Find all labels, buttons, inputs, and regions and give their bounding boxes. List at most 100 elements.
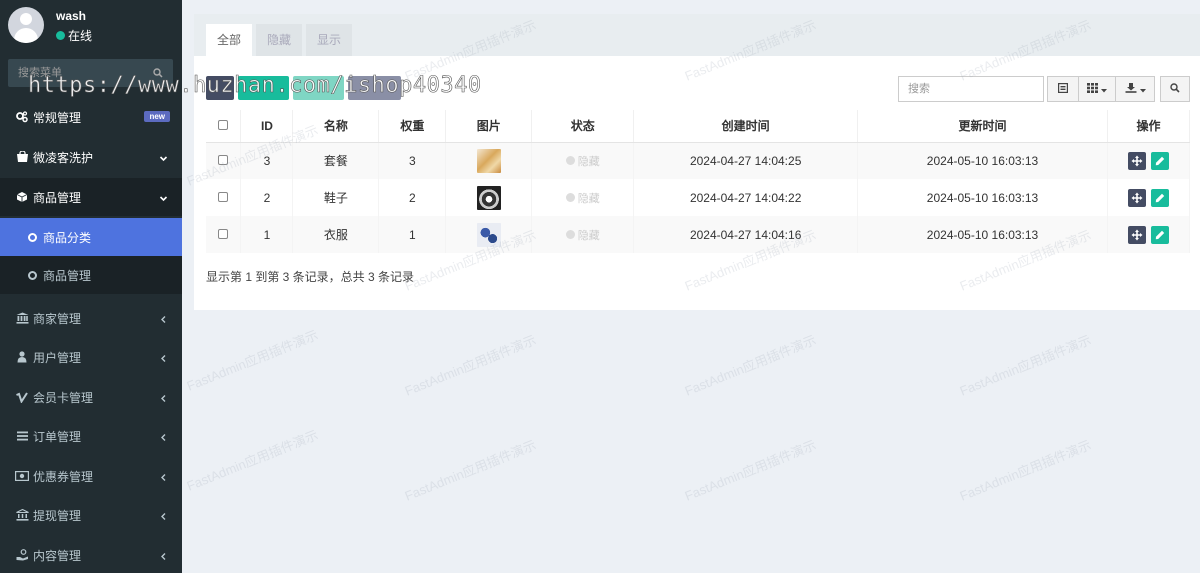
column-header[interactable]: 名称 — [292, 110, 380, 143]
chevron-down-icon — [159, 152, 168, 166]
table-row[interactable]: 3 套餐 3 隐藏 2024-04-27 14:04:25 2024-05-10… — [206, 142, 1191, 179]
column-header[interactable]: 更新时间 — [857, 110, 1108, 143]
columns-button[interactable] — [1078, 76, 1116, 102]
sidebar-item-orders[interactable]: 订单管理 — [0, 417, 182, 455]
export-button[interactable] — [1115, 76, 1155, 102]
column-header[interactable]: ID — [240, 110, 294, 143]
column-header[interactable]: 权重 — [378, 110, 447, 143]
cube-icon — [15, 190, 29, 204]
status-label: 隐藏 — [577, 192, 600, 205]
sidebar-search-input[interactable] — [8, 59, 173, 87]
sidebar-item-users[interactable]: 用户管理 — [0, 338, 182, 376]
sidebar-search — [8, 59, 173, 87]
status-badge[interactable]: 隐藏 — [565, 190, 600, 206]
status-dot-icon — [565, 193, 575, 202]
sidebar-item-label: 微凌客洗护 — [33, 150, 94, 165]
sidebar-item-label: 商品管理 — [33, 190, 82, 205]
pencil-icon — [1155, 230, 1165, 239]
product-thumbnail[interactable] — [476, 148, 501, 173]
status-dot-icon — [565, 230, 575, 239]
edit-row-button[interactable] — [1151, 188, 1170, 207]
sidebar-item-coupons[interactable]: 优惠券管理 — [0, 457, 182, 495]
cell-weight: 2 — [378, 179, 447, 216]
pagination-info: 显示第 1 到第 3 条记录，总共 3 条记录 — [206, 270, 415, 284]
table-search-input[interactable] — [899, 77, 1043, 101]
select-all-cell — [206, 110, 242, 143]
status-badge[interactable]: 隐藏 — [565, 153, 600, 169]
sidebar-item-label: 用户管理 — [33, 350, 82, 365]
sidebar-item-goods-manage[interactable]: 商品管理 — [0, 256, 182, 294]
sidebar-item-membercard[interactable]: 会员卡管理 — [0, 378, 182, 416]
hand-money-icon — [15, 548, 29, 562]
chevron-left-icon — [159, 510, 168, 524]
column-header: 状态 — [531, 110, 635, 143]
vimeo-icon — [15, 390, 29, 404]
sidebar-item-label: 商品管理 — [43, 268, 92, 283]
sidebar-item-content[interactable]: 内容管理 — [0, 536, 182, 573]
sidebar-item-label: 内容管理 — [33, 548, 82, 563]
tab-visible[interactable]: 显示 — [306, 24, 352, 56]
search-icon — [1170, 82, 1180, 96]
product-thumbnail[interactable] — [476, 222, 501, 247]
cell-id: 3 — [240, 142, 294, 179]
sidebar-item-merchant[interactable]: 商家管理 — [0, 299, 182, 337]
cell-name: 鞋子 — [292, 179, 380, 216]
table-row[interactable]: 1 衣服 1 隐藏 2024-04-27 14:04:16 2024-05-10… — [206, 216, 1191, 253]
cell-name: 套餐 — [292, 142, 380, 179]
chevron-left-icon — [159, 471, 168, 485]
search-icon[interactable] — [153, 67, 163, 81]
edit-button[interactable] — [293, 76, 344, 100]
arrows-icon — [1131, 155, 1143, 167]
sidebar-item-wash[interactable]: 微凌客洗护 — [0, 138, 182, 176]
edit-row-button[interactable] — [1151, 151, 1170, 170]
delete-button[interactable] — [348, 76, 401, 100]
user-name: wash — [56, 9, 87, 23]
sidebar-item-withdraw[interactable]: 提现管理 — [0, 496, 182, 534]
sidebar-item-label: 常规管理 — [33, 110, 82, 125]
caret-down-icon — [1101, 82, 1107, 96]
user-status-label: 在线 — [68, 29, 93, 43]
cell-weight: 3 — [378, 142, 447, 179]
toggle-view-button[interactable] — [1047, 76, 1079, 102]
pencil-icon — [1155, 156, 1165, 165]
sidebar-item-label: 优惠券管理 — [33, 469, 94, 484]
select-all-checkbox[interactable] — [218, 119, 229, 130]
background-watermark: FastAdmin应用插件演示 — [184, 427, 321, 494]
chevron-left-icon — [159, 431, 168, 445]
list-icon — [15, 429, 29, 443]
bank-icon — [15, 311, 29, 325]
cell-created: 2024-04-27 14:04:22 — [633, 179, 859, 216]
cell-name: 衣服 — [292, 216, 380, 253]
sidebar-item-goods-category[interactable]: 商品分类 — [0, 218, 182, 256]
sidebar-item-general[interactable]: 常规管理 new — [0, 98, 182, 136]
sidebar-item-label: 订单管理 — [33, 429, 82, 444]
row-checkbox[interactable] — [218, 154, 229, 165]
edit-row-button[interactable] — [1151, 225, 1170, 244]
avatar — [8, 7, 44, 43]
sidebar-item-goods[interactable]: 商品管理 — [0, 178, 182, 216]
tab-all[interactable]: 全部 — [206, 24, 252, 56]
refresh-button[interactable] — [206, 76, 234, 100]
cell-created: 2024-04-27 14:04:16 — [633, 216, 859, 253]
cell-id: 1 — [240, 216, 294, 253]
grid-icon — [1087, 82, 1098, 96]
drag-sort-button[interactable] — [1127, 188, 1146, 207]
status-badge[interactable]: 隐藏 — [565, 227, 600, 243]
sidebar: wash 在线 常规管理 new 微凌客洗护 商品管理 — [0, 0, 182, 573]
column-header[interactable]: 创建时间 — [633, 110, 859, 143]
product-thumbnail[interactable] — [476, 185, 501, 210]
cell-id: 2 — [240, 179, 294, 216]
circle-icon — [28, 270, 37, 280]
status-dot-icon — [565, 156, 575, 166]
sidebar-item-label: 提现管理 — [33, 508, 82, 523]
sidebar-item-label: 会员卡管理 — [33, 390, 94, 405]
table-row[interactable]: 2 鞋子 2 隐藏 2024-04-27 14:04:22 2024-05-10… — [206, 179, 1191, 216]
drag-sort-button[interactable] — [1127, 225, 1146, 244]
tab-hidden[interactable]: 隐藏 — [256, 24, 302, 56]
row-checkbox[interactable] — [218, 191, 229, 202]
shopping-bag-icon — [15, 150, 29, 164]
search-button[interactable] — [1160, 76, 1190, 102]
row-checkbox[interactable] — [218, 228, 229, 239]
add-button[interactable] — [238, 76, 289, 100]
drag-sort-button[interactable] — [1127, 151, 1146, 170]
